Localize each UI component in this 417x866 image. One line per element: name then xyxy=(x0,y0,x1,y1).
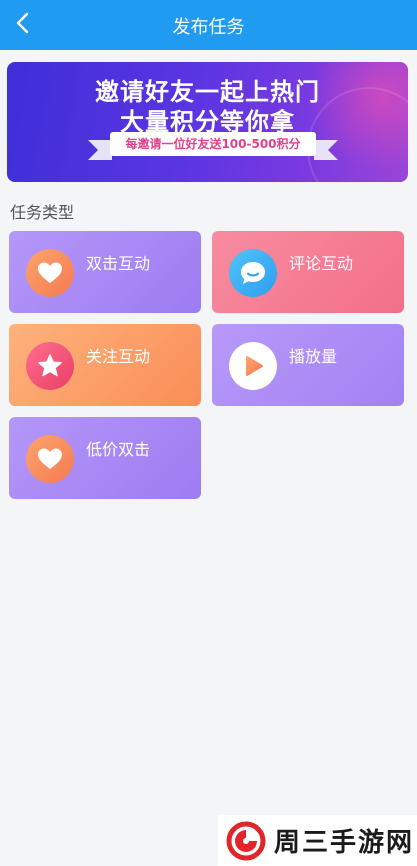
task-card-double-tap[interactable]: 双击互动 xyxy=(9,231,201,313)
heart-icon xyxy=(26,249,74,297)
top-nav-bar: 发布任务 xyxy=(0,0,417,50)
invite-banner[interactable]: 邀请好友一起上热门 大量积分等你拿 xyxy=(7,62,408,182)
watermark: 周三手游网 xyxy=(218,815,417,866)
task-card-low-price-double-tap[interactable]: 低价双击 xyxy=(9,417,201,499)
task-card-label: 播放量 xyxy=(289,347,338,366)
task-card-follow[interactable]: 关注互动 xyxy=(9,324,201,406)
ribbon-tail-left xyxy=(88,140,112,160)
banner-ribbon: 每邀请一位好友送100-500积分 xyxy=(88,132,338,160)
task-card-label: 低价双击 xyxy=(86,440,151,459)
chat-bubble-icon xyxy=(229,249,277,297)
task-card-label: 关注互动 xyxy=(86,347,151,366)
ribbon-tail-right xyxy=(314,140,338,160)
swirl-logo-icon xyxy=(226,821,266,861)
task-card-label: 双击互动 xyxy=(86,254,151,273)
watermark-text: 周三手游网 xyxy=(274,828,415,858)
task-card-play-count[interactable]: 播放量 xyxy=(212,324,404,406)
section-title: 任务类型 xyxy=(10,203,75,222)
task-card-comment[interactable]: 评论互动 xyxy=(212,231,404,313)
page-title: 发布任务 xyxy=(172,17,245,38)
task-card-label: 评论互动 xyxy=(289,254,354,273)
play-icon xyxy=(229,342,277,390)
star-icon xyxy=(26,342,74,390)
ribbon-text: 每邀请一位好友送100-500积分 xyxy=(110,132,316,156)
heart-icon xyxy=(26,435,74,483)
